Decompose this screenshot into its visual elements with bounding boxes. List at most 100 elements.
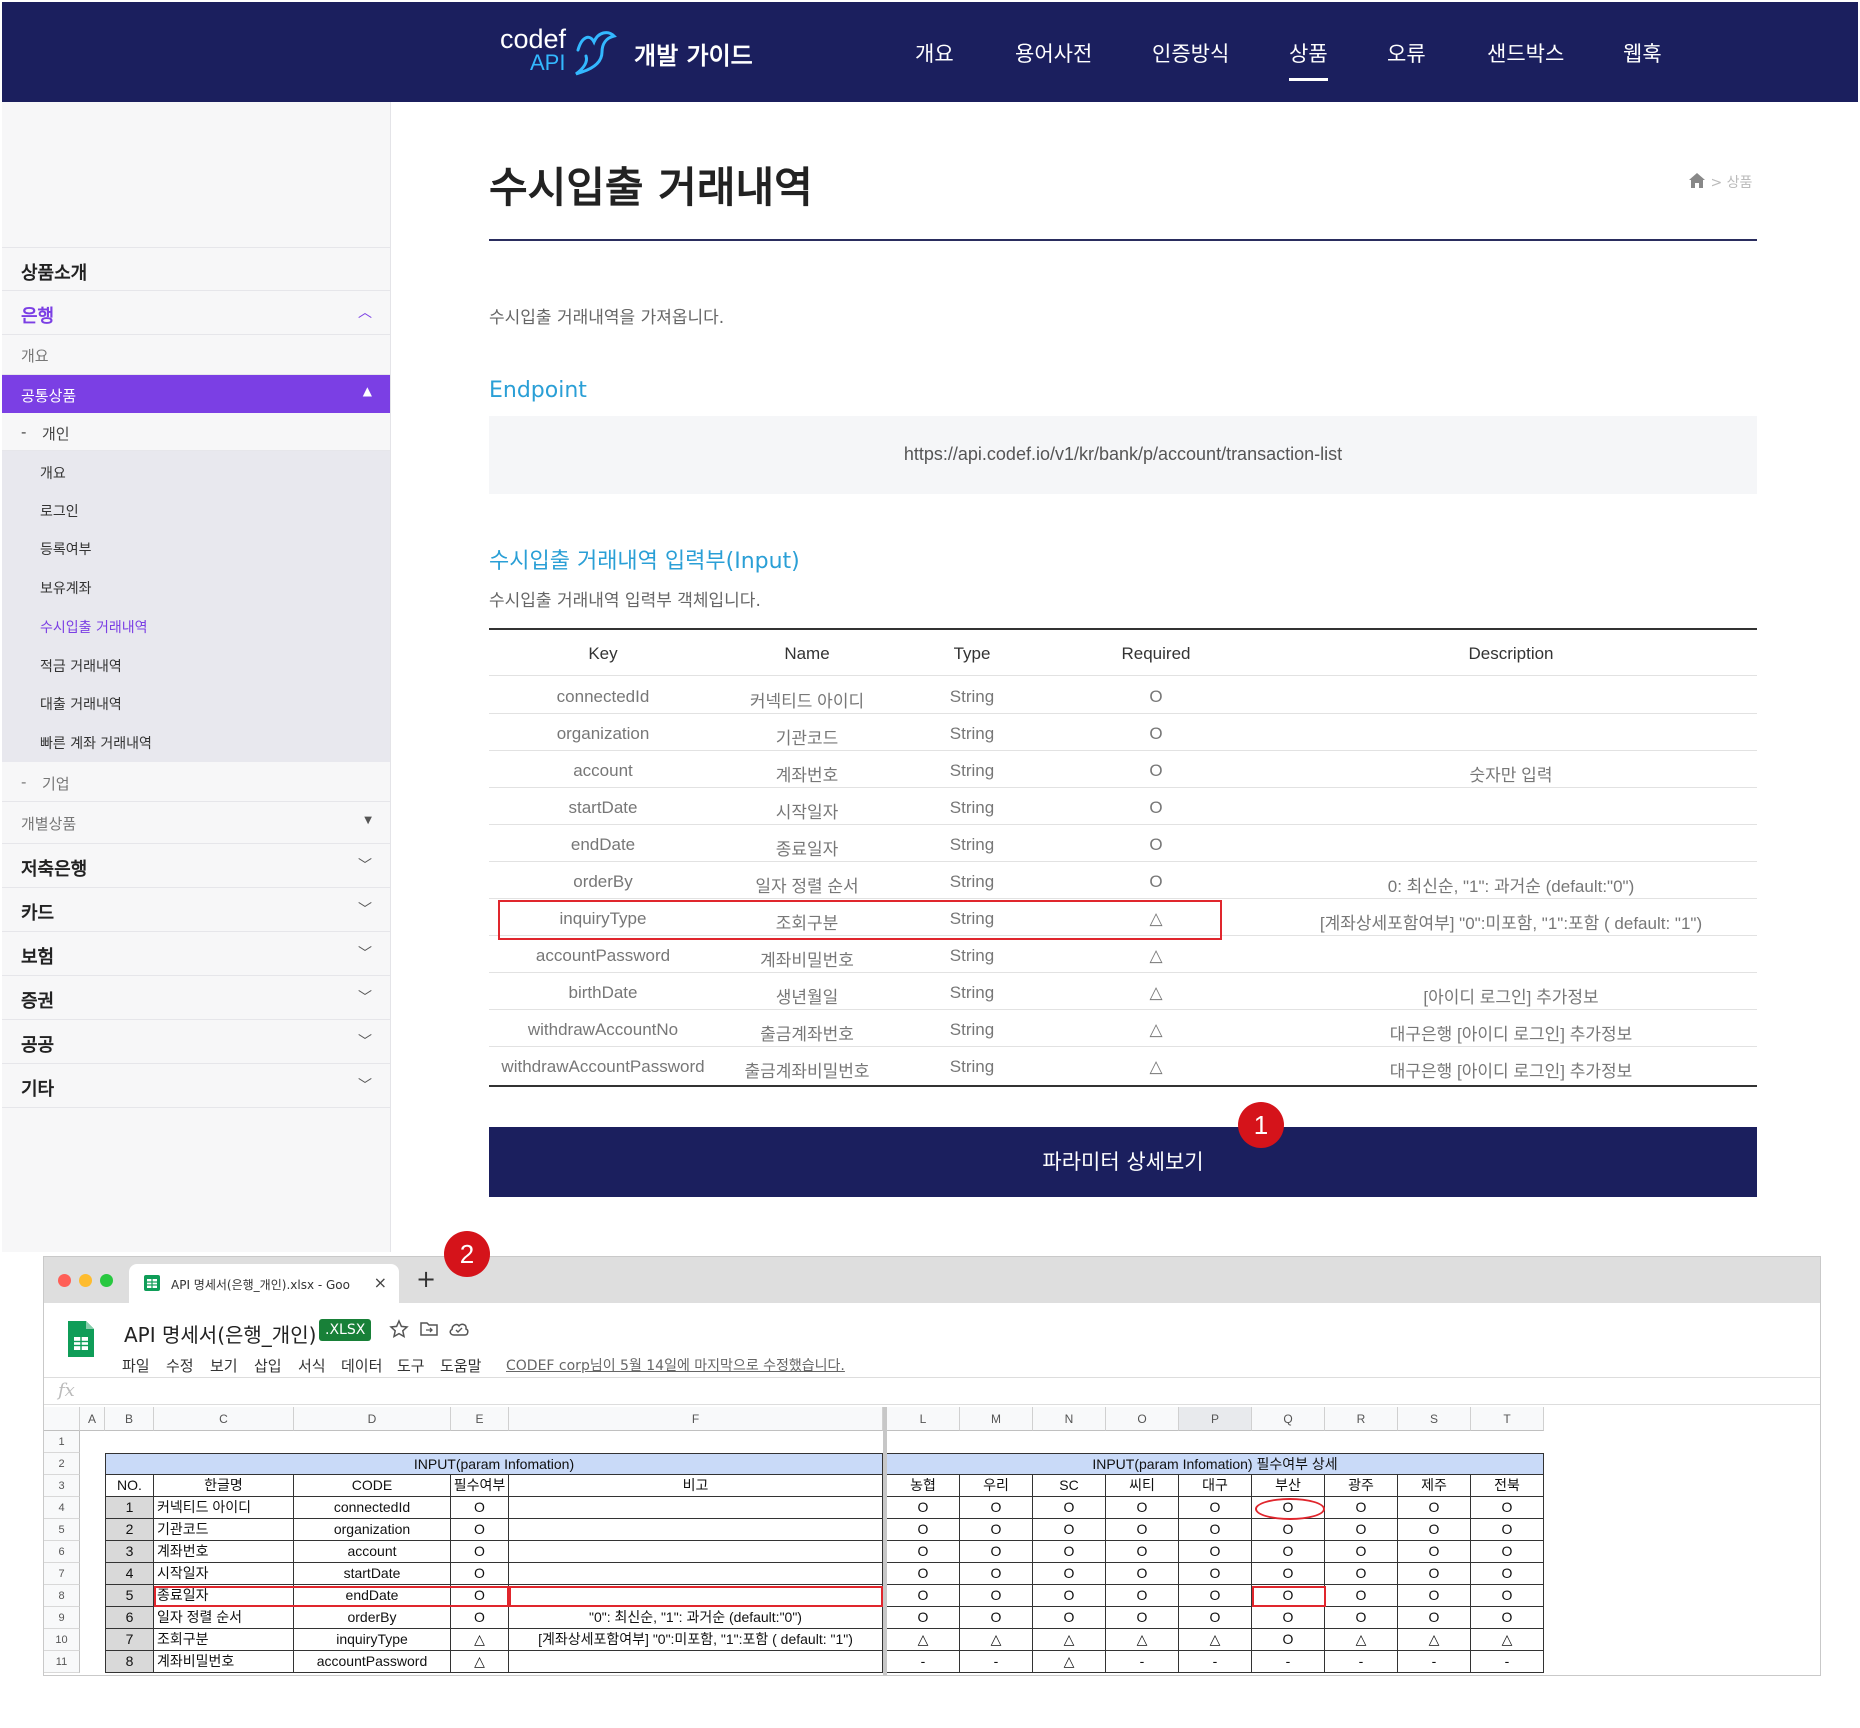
cell-korean-name[interactable]: 커넥티드 아이디 xyxy=(154,1497,294,1519)
sidebar-subitem-savings[interactable]: 적금 거래내역 xyxy=(2,645,390,683)
cell-bank-required[interactable]: O xyxy=(1179,1563,1252,1585)
cell-bank-required[interactable]: O xyxy=(1106,1563,1179,1585)
cell-bank-required[interactable]: O xyxy=(1106,1519,1179,1541)
section-header-input[interactable]: INPUT(param Infomation) xyxy=(105,1453,883,1475)
last-edit-link[interactable]: CODEF corp님이 5월 14일에 마지막으로 수정했습니다. xyxy=(506,1355,845,1375)
cell-code[interactable]: orderBy xyxy=(294,1607,451,1629)
row-header[interactable]: 2 xyxy=(44,1453,80,1475)
cell-bank-required[interactable]: O xyxy=(1471,1497,1544,1519)
google-sheets-logo-icon[interactable] xyxy=(66,1319,96,1359)
cell-bank-required[interactable]: O xyxy=(1179,1497,1252,1519)
cell-no[interactable]: 4 xyxy=(105,1563,154,1585)
cell-bank-required[interactable]: O xyxy=(960,1563,1033,1585)
home-icon[interactable] xyxy=(1688,172,1706,189)
cell-required[interactable]: O xyxy=(451,1519,509,1541)
sidebar-item-savings-bank[interactable]: 저축은행 ﹀ xyxy=(2,844,390,888)
column-header-s[interactable]: S xyxy=(1398,1407,1471,1431)
sidebar-item-common-products[interactable]: 공통상품 ▲ xyxy=(2,375,390,413)
row-header[interactable]: 8 xyxy=(44,1585,80,1607)
cell-bank-required[interactable]: O xyxy=(960,1541,1033,1563)
col-label-note[interactable]: 비고 xyxy=(509,1475,883,1497)
col-label-code[interactable]: CODE xyxy=(294,1475,451,1497)
cell-bank-required[interactable]: O xyxy=(887,1607,960,1629)
cell-bank-required[interactable]: O xyxy=(1325,1607,1398,1629)
menu-tools[interactable]: 도구 xyxy=(397,1355,425,1376)
cell-no[interactable]: 6 xyxy=(105,1607,154,1629)
cell-bank-required[interactable]: △ xyxy=(1033,1651,1106,1673)
col-label-bank[interactable]: 우리 xyxy=(960,1475,1033,1497)
cell-bank-required[interactable]: △ xyxy=(1471,1629,1544,1651)
cell-note[interactable] xyxy=(509,1541,883,1563)
cell-note[interactable] xyxy=(509,1563,883,1585)
codef-logo[interactable]: codef API xyxy=(500,24,620,80)
column-header-q[interactable]: Q xyxy=(1252,1407,1325,1431)
cell-bank-required[interactable]: O xyxy=(1325,1497,1398,1519)
cell-bank-required[interactable]: O xyxy=(1471,1585,1544,1607)
col-label-bank[interactable]: 부산 xyxy=(1252,1475,1325,1497)
cell-bank-required[interactable]: - xyxy=(1471,1651,1544,1673)
cell-bank-required[interactable]: △ xyxy=(1106,1629,1179,1651)
new-tab-icon[interactable]: + xyxy=(416,1265,436,1293)
cell-korean-name[interactable]: 시작일자 xyxy=(154,1563,294,1585)
cell-bank-required[interactable]: O xyxy=(887,1497,960,1519)
cell-no[interactable]: 7 xyxy=(105,1629,154,1651)
cloud-saved-icon[interactable] xyxy=(448,1321,470,1337)
nav-item-sandbox[interactable]: 샌드박스 xyxy=(1487,38,1564,68)
sidebar-item-product-intro[interactable]: 상품소개 xyxy=(2,247,390,291)
cell-required[interactable]: O xyxy=(451,1607,509,1629)
maximize-window-icon[interactable] xyxy=(100,1274,113,1287)
column-header-f[interactable]: F xyxy=(509,1407,883,1431)
cell-bank-required[interactable]: O xyxy=(1252,1563,1325,1585)
cell-bank-required[interactable]: △ xyxy=(1325,1629,1398,1651)
column-header-o[interactable]: O xyxy=(1106,1407,1179,1431)
close-window-icon[interactable] xyxy=(58,1274,71,1287)
cell-bank-required[interactable]: △ xyxy=(887,1629,960,1651)
nav-item-overview[interactable]: 개요 xyxy=(915,38,954,68)
nav-item-errors[interactable]: 오류 xyxy=(1387,38,1426,68)
parameter-detail-button[interactable]: 파라미터 상세보기 xyxy=(489,1127,1757,1197)
col-label-bank[interactable]: SC xyxy=(1033,1475,1106,1497)
col-label-bank[interactable]: 전북 xyxy=(1471,1475,1544,1497)
cell-korean-name[interactable]: 계좌비밀번호 xyxy=(154,1651,294,1673)
cell-bank-required[interactable]: O xyxy=(1398,1563,1471,1585)
cell-required[interactable]: △ xyxy=(451,1651,509,1673)
cell-bank-required[interactable]: △ xyxy=(960,1629,1033,1651)
col-label-bank[interactable]: 대구 xyxy=(1179,1475,1252,1497)
column-header-b[interactable]: B xyxy=(105,1407,154,1431)
cell-code[interactable]: organization xyxy=(294,1519,451,1541)
col-label-required[interactable]: 필수여부 xyxy=(451,1475,509,1497)
menu-view[interactable]: 보기 xyxy=(210,1355,238,1376)
formula-bar[interactable]: fx xyxy=(44,1377,1820,1405)
section-header-required-detail[interactable]: INPUT(param Infomation) 필수여부 상세 xyxy=(887,1453,1544,1475)
column-header-r[interactable]: R xyxy=(1325,1407,1398,1431)
cell-bank-required[interactable]: O xyxy=(1179,1585,1252,1607)
row-header[interactable]: 5 xyxy=(44,1519,80,1541)
cell-code[interactable]: connectedId xyxy=(294,1497,451,1519)
cell-bank-required[interactable]: O xyxy=(1033,1563,1106,1585)
cell-korean-name[interactable]: 조회구분 xyxy=(154,1629,294,1651)
row-header[interactable]: 9 xyxy=(44,1607,80,1629)
cell-required[interactable]: O xyxy=(451,1563,509,1585)
sidebar-item-card[interactable]: 카드 ﹀ xyxy=(2,888,390,932)
column-header-m[interactable]: M xyxy=(960,1407,1033,1431)
nav-item-glossary[interactable]: 용어사전 xyxy=(1015,38,1092,68)
row-header[interactable]: 6 xyxy=(44,1541,80,1563)
cell-required[interactable]: O xyxy=(451,1541,509,1563)
column-header-n[interactable]: N xyxy=(1033,1407,1106,1431)
cell-bank-required[interactable]: O xyxy=(960,1585,1033,1607)
sidebar-subitem-fast-transaction[interactable]: 빠른 계좌 거래내역 xyxy=(2,722,390,760)
sidebar-item-bank-overview[interactable]: 개요 xyxy=(2,335,390,375)
cell-bank-required[interactable]: O xyxy=(887,1519,960,1541)
cell-no[interactable]: 3 xyxy=(105,1541,154,1563)
sidebar-subitem-overview[interactable]: 개요 xyxy=(2,452,390,490)
select-all-corner[interactable] xyxy=(44,1407,80,1431)
cell-bank-required[interactable]: O xyxy=(1179,1607,1252,1629)
cell-bank-required[interactable]: O xyxy=(1325,1519,1398,1541)
row-header[interactable]: 11 xyxy=(44,1651,80,1673)
cell-korean-name[interactable]: 계좌번호 xyxy=(154,1541,294,1563)
move-folder-icon[interactable] xyxy=(419,1320,439,1338)
cell-bank-required[interactable]: △ xyxy=(1033,1629,1106,1651)
cell-bank-required[interactable]: O xyxy=(887,1541,960,1563)
cell-bank-required[interactable]: O xyxy=(1033,1541,1106,1563)
col-label-bank[interactable]: 씨티 xyxy=(1106,1475,1179,1497)
